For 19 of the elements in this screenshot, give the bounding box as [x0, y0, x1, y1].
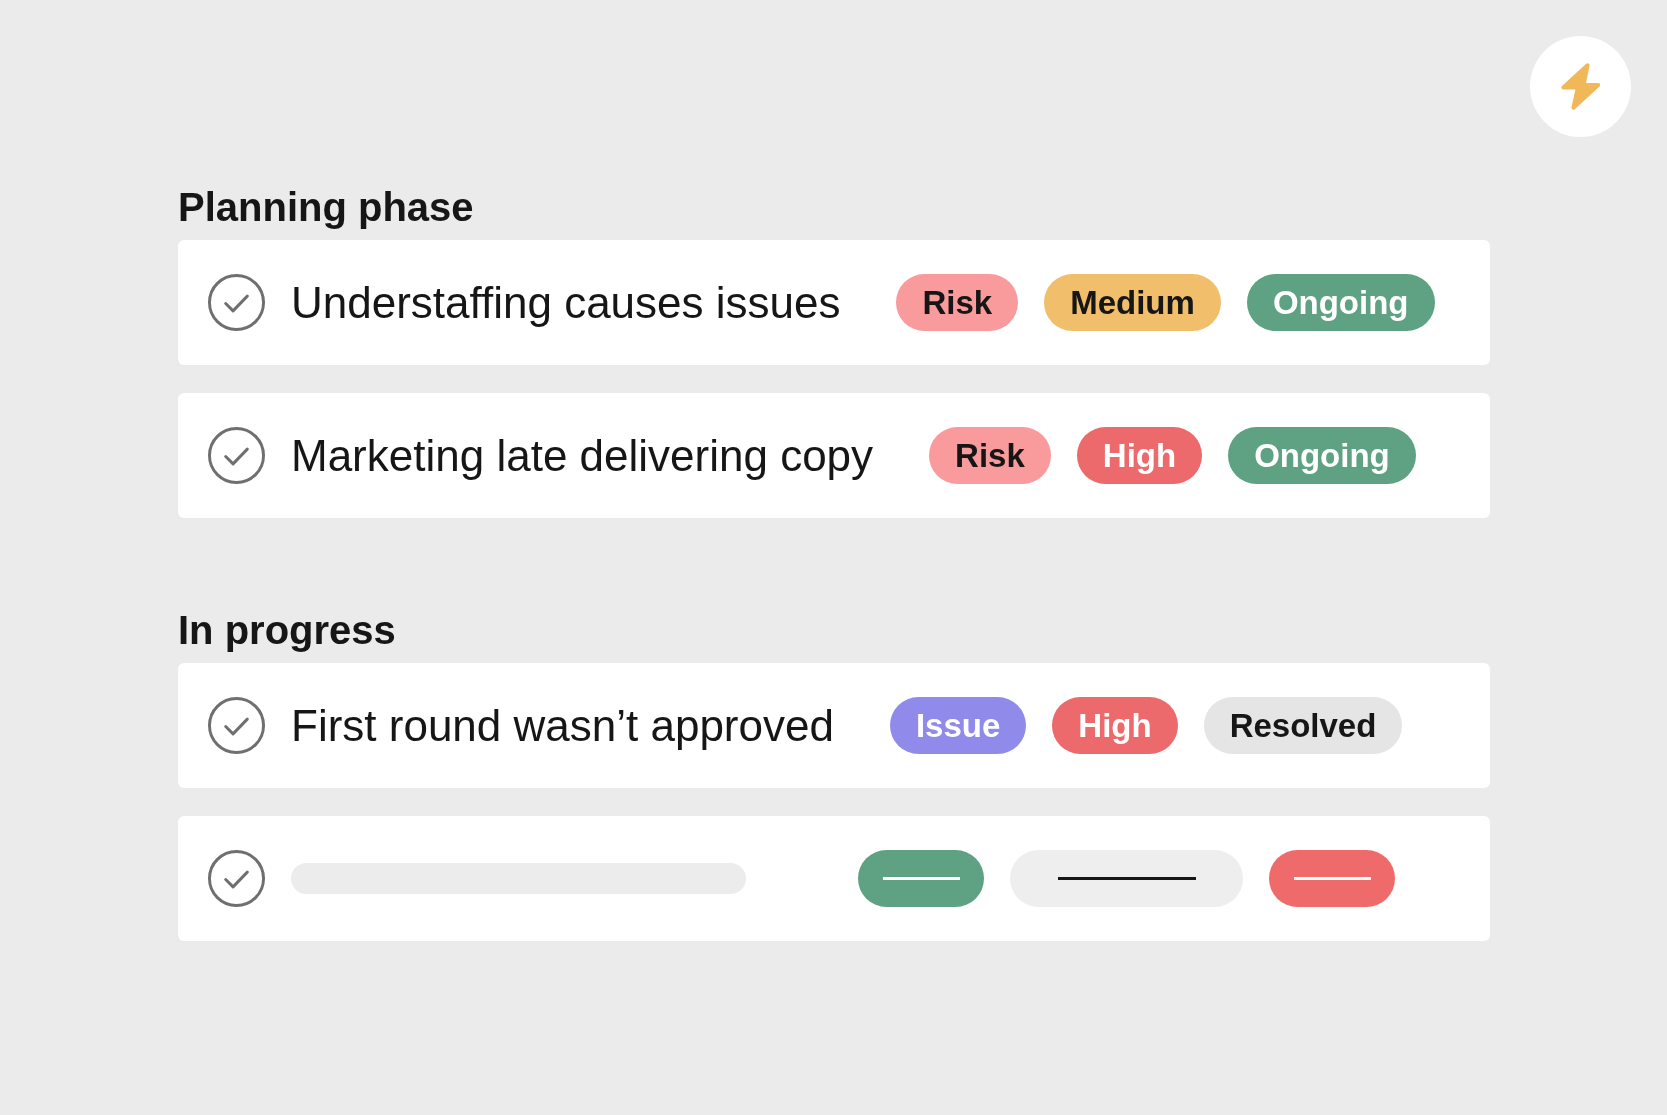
lightning-icon [1530, 36, 1631, 137]
section-heading: Planning phase [178, 184, 474, 231]
section-heading: In progress [178, 607, 396, 654]
status-tag: High [1052, 697, 1178, 754]
task-title: Understaffing causes issues [291, 276, 841, 329]
check-circle-icon[interactable] [208, 274, 265, 331]
task-title: Marketing late delivering copy [291, 429, 874, 482]
status-tag: Risk [929, 427, 1051, 484]
task-title: First round wasn’t approved [291, 699, 834, 752]
status-tag: Ongoing [1246, 274, 1435, 331]
check-circle-icon[interactable] [208, 427, 265, 484]
status-tag: Issue [889, 697, 1027, 754]
status-tag: Medium [1044, 274, 1221, 331]
status-tag: Ongoing [1228, 427, 1416, 484]
check-circle-icon[interactable] [208, 697, 265, 754]
status-tag: High [1076, 427, 1203, 484]
check-circle-icon[interactable] [208, 850, 265, 907]
status-tag: Resolved [1203, 697, 1403, 754]
status-tag: Risk [896, 274, 1019, 331]
